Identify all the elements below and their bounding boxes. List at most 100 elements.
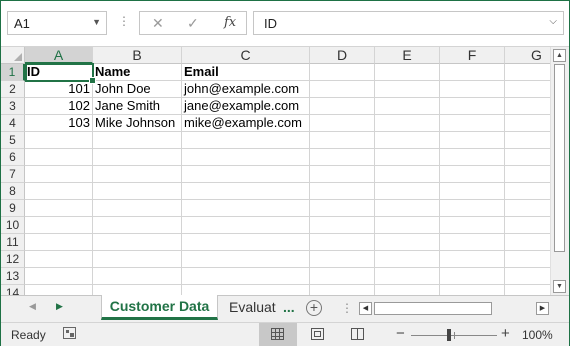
row-header-1[interactable]: 1 [1, 64, 25, 81]
cell-a5[interactable] [25, 132, 93, 149]
horizontal-scrollbar[interactable]: ◀ ▶ [359, 302, 549, 316]
row-header-4[interactable]: 4 [1, 115, 25, 132]
cell-e6[interactable] [375, 149, 440, 166]
tab-evaluation[interactable]: Evaluat [229, 299, 276, 315]
cell-d12[interactable] [310, 251, 375, 268]
enter-icon[interactable]: ✓ [187, 15, 199, 32]
tab-scroll-right-icon[interactable]: ▶ [56, 301, 63, 312]
zoom-out-button[interactable]: − [396, 325, 405, 342]
row-header-9[interactable]: 9 [1, 200, 25, 217]
chevron-down-icon[interactable]: ▼ [92, 17, 101, 27]
cell-g13[interactable] [505, 268, 550, 285]
row-header-3[interactable]: 3 [1, 98, 25, 115]
cell-f5[interactable] [440, 132, 505, 149]
cell-a13[interactable] [25, 268, 93, 285]
cell-f2[interactable] [440, 81, 505, 98]
scroll-up-icon[interactable]: ▲ [553, 49, 566, 62]
add-sheet-icon[interactable]: + [306, 300, 322, 316]
cell-d9[interactable] [310, 200, 375, 217]
cell-b3[interactable]: Jane Smith [93, 98, 182, 115]
cell-c3[interactable]: jane@example.com [182, 98, 310, 115]
row-header-5[interactable]: 5 [1, 132, 25, 149]
cell-e13[interactable] [375, 268, 440, 285]
cell-d3[interactable] [310, 98, 375, 115]
tab-splitter-icon[interactable]: ⋮ [341, 301, 353, 315]
cell-d1[interactable] [310, 64, 375, 81]
select-all-button[interactable] [1, 47, 25, 64]
cell-g5[interactable] [505, 132, 550, 149]
cell-c1[interactable]: Email [182, 64, 310, 81]
cell-g2[interactable] [505, 81, 550, 98]
row-header-10[interactable]: 10 [1, 217, 25, 234]
cell-c2[interactable]: john@example.com [182, 81, 310, 98]
cell-b14[interactable] [93, 285, 182, 295]
cell-a14[interactable] [25, 285, 93, 295]
cell-g12[interactable] [505, 251, 550, 268]
vertical-scrollbar[interactable]: ▲ ▼ [550, 47, 569, 295]
cell-a3[interactable]: 102 [25, 98, 93, 115]
cell-b4[interactable]: Mike Johnson [93, 115, 182, 132]
more-tabs-button[interactable]: ... [283, 299, 295, 315]
cell-a4[interactable]: 103 [25, 115, 93, 132]
cell-f3[interactable] [440, 98, 505, 115]
cell-d11[interactable] [310, 234, 375, 251]
cell-c8[interactable] [182, 183, 310, 200]
cell-b2[interactable]: John Doe [93, 81, 182, 98]
cell-d13[interactable] [310, 268, 375, 285]
cell-a6[interactable] [25, 149, 93, 166]
cell-e14[interactable] [375, 285, 440, 295]
cell-f6[interactable] [440, 149, 505, 166]
macro-record-icon[interactable] [63, 327, 76, 339]
cell-d8[interactable] [310, 183, 375, 200]
page-layout-view-button[interactable] [299, 323, 337, 346]
row-header-8[interactable]: 8 [1, 183, 25, 200]
cell-b7[interactable] [93, 166, 182, 183]
formula-input[interactable]: ID ⌵ [253, 11, 564, 35]
cell-g6[interactable] [505, 149, 550, 166]
cell-e5[interactable] [375, 132, 440, 149]
cell-d5[interactable] [310, 132, 375, 149]
cell-b10[interactable] [93, 217, 182, 234]
cell-b9[interactable] [93, 200, 182, 217]
column-header-g[interactable]: G [505, 47, 550, 64]
row-header-7[interactable]: 7 [1, 166, 25, 183]
scroll-left-icon[interactable]: ◀ [359, 302, 372, 315]
cell-g1[interactable] [505, 64, 550, 81]
row-header-14[interactable]: 14 [1, 285, 25, 295]
column-header-e[interactable]: E [375, 47, 440, 64]
cell-d6[interactable] [310, 149, 375, 166]
cell-a10[interactable] [25, 217, 93, 234]
expand-formula-icon[interactable]: ⌵ [549, 16, 557, 27]
cell-d14[interactable] [310, 285, 375, 295]
cell-b5[interactable] [93, 132, 182, 149]
column-header-c[interactable]: C [182, 47, 310, 64]
vertical-dots-icon[interactable]: ⋮ [118, 14, 130, 28]
normal-view-button[interactable] [259, 323, 297, 346]
cell-a9[interactable] [25, 200, 93, 217]
scroll-down-icon[interactable]: ▼ [553, 280, 566, 293]
cell-a12[interactable] [25, 251, 93, 268]
cell-e3[interactable] [375, 98, 440, 115]
cell-g8[interactable] [505, 183, 550, 200]
tab-customer-data[interactable]: Customer Data [101, 295, 218, 320]
cell-f10[interactable] [440, 217, 505, 234]
cell-g14[interactable] [505, 285, 550, 295]
column-header-a[interactable]: A [25, 47, 93, 64]
cell-e8[interactable] [375, 183, 440, 200]
page-break-view-button[interactable] [339, 323, 377, 346]
tab-scroll-left-icon[interactable]: ◀ [29, 301, 36, 312]
cell-c7[interactable] [182, 166, 310, 183]
zoom-in-button[interactable]: + [501, 325, 510, 342]
cell-e4[interactable] [375, 115, 440, 132]
cell-c14[interactable] [182, 285, 310, 295]
zoom-level[interactable]: 100% [522, 328, 553, 342]
cell-f7[interactable] [440, 166, 505, 183]
column-header-d[interactable]: D [310, 47, 375, 64]
cell-b8[interactable] [93, 183, 182, 200]
cell-g7[interactable] [505, 166, 550, 183]
cell-c9[interactable] [182, 200, 310, 217]
cell-d10[interactable] [310, 217, 375, 234]
row-header-12[interactable]: 12 [1, 251, 25, 268]
cell-c10[interactable] [182, 217, 310, 234]
cell-b12[interactable] [93, 251, 182, 268]
